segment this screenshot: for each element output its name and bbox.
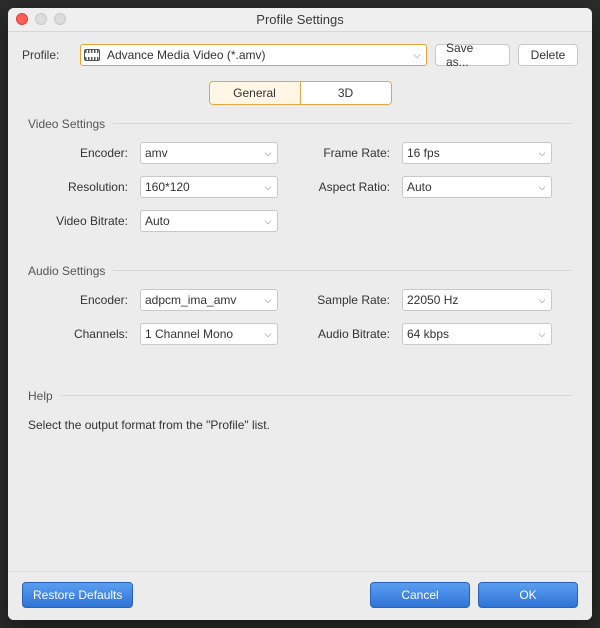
- video-encoder-value: amv: [141, 146, 259, 160]
- video-bitrate-value: Auto: [141, 214, 259, 228]
- chevron-down-icon: ⌵: [259, 182, 277, 193]
- audio-encoder-value: adpcm_ima_amv: [141, 293, 259, 307]
- maximize-window-icon: [54, 13, 66, 25]
- chevron-down-icon: ⌵: [408, 50, 426, 61]
- chevron-down-icon: ⌵: [533, 295, 551, 306]
- profile-label: Profile:: [22, 48, 72, 62]
- profile-select[interactable]: Advance Media Video (*.amv) ⌵: [80, 44, 427, 66]
- resolution-label: Resolution:: [28, 180, 128, 194]
- audio-encoder-select[interactable]: adpcm_ima_amv ⌵: [140, 289, 278, 311]
- resolution-value: 160*120: [141, 180, 259, 194]
- frame-rate-select[interactable]: 16 fps ⌵: [402, 142, 552, 164]
- help-group: Help Select the output format from the "…: [28, 395, 572, 440]
- profile-row: Profile: Advance Media Video (*.amv) ⌵ S…: [22, 44, 578, 66]
- audio-encoder-label: Encoder:: [28, 293, 128, 307]
- ok-button[interactable]: OK: [478, 582, 578, 608]
- tabs: General 3D: [22, 81, 578, 105]
- close-window-icon[interactable]: [16, 13, 28, 25]
- audio-settings-group: Audio Settings Encoder: adpcm_ima_amv ⌵ …: [28, 270, 572, 355]
- channels-label: Channels:: [28, 327, 128, 341]
- help-text: Select the output format from the "Profi…: [28, 414, 572, 432]
- footer: Restore Defaults Cancel OK: [8, 571, 592, 620]
- profile-settings-window: Profile Settings Profile: Advance Media …: [8, 8, 592, 620]
- channels-select[interactable]: 1 Channel Mono ⌵: [140, 323, 278, 345]
- window-title: Profile Settings: [256, 12, 343, 27]
- chevron-down-icon: ⌵: [259, 329, 277, 340]
- tab-3d[interactable]: 3D: [300, 82, 391, 104]
- save-as-button[interactable]: Save as...: [435, 44, 510, 66]
- video-encoder-label: Encoder:: [28, 146, 128, 160]
- audio-bitrate-label: Audio Bitrate:: [290, 327, 390, 341]
- audio-bitrate-value: 64 kbps: [403, 327, 533, 341]
- video-encoder-select[interactable]: amv ⌵: [140, 142, 278, 164]
- chevron-down-icon: ⌵: [533, 182, 551, 193]
- frame-rate-label: Frame Rate:: [290, 146, 390, 160]
- profile-select-value: Advance Media Video (*.amv): [103, 48, 408, 62]
- chevron-down-icon: ⌵: [259, 148, 277, 159]
- video-settings-legend: Video Settings: [28, 117, 113, 131]
- aspect-ratio-select[interactable]: Auto ⌵: [402, 176, 552, 198]
- tab-general[interactable]: General: [210, 82, 300, 104]
- restore-defaults-button[interactable]: Restore Defaults: [22, 582, 133, 608]
- content-area: Profile: Advance Media Video (*.amv) ⌵ S…: [8, 32, 592, 571]
- help-legend: Help: [28, 389, 61, 403]
- chevron-down-icon: ⌵: [259, 216, 277, 227]
- sample-rate-value: 22050 Hz: [403, 293, 533, 307]
- aspect-ratio-value: Auto: [403, 180, 533, 194]
- resolution-select[interactable]: 160*120 ⌵: [140, 176, 278, 198]
- window-controls: [16, 13, 66, 25]
- delete-button[interactable]: Delete: [518, 44, 578, 66]
- video-bitrate-label: Video Bitrate:: [28, 214, 128, 228]
- sample-rate-select[interactable]: 22050 Hz ⌵: [402, 289, 552, 311]
- minimize-window-icon: [35, 13, 47, 25]
- frame-rate-value: 16 fps: [403, 146, 533, 160]
- sample-rate-label: Sample Rate:: [290, 293, 390, 307]
- film-icon: [81, 49, 103, 61]
- chevron-down-icon: ⌵: [533, 329, 551, 340]
- chevron-down-icon: ⌵: [259, 295, 277, 306]
- chevron-down-icon: ⌵: [533, 148, 551, 159]
- audio-settings-legend: Audio Settings: [28, 264, 113, 278]
- cancel-button[interactable]: Cancel: [370, 582, 470, 608]
- channels-value: 1 Channel Mono: [141, 327, 259, 341]
- video-settings-group: Video Settings Encoder: amv ⌵ Frame Rate…: [28, 123, 572, 242]
- aspect-ratio-label: Aspect Ratio:: [290, 180, 390, 194]
- video-bitrate-select[interactable]: Auto ⌵: [140, 210, 278, 232]
- titlebar: Profile Settings: [8, 8, 592, 32]
- tab-segmented-control: General 3D: [209, 81, 392, 105]
- audio-bitrate-select[interactable]: 64 kbps ⌵: [402, 323, 552, 345]
